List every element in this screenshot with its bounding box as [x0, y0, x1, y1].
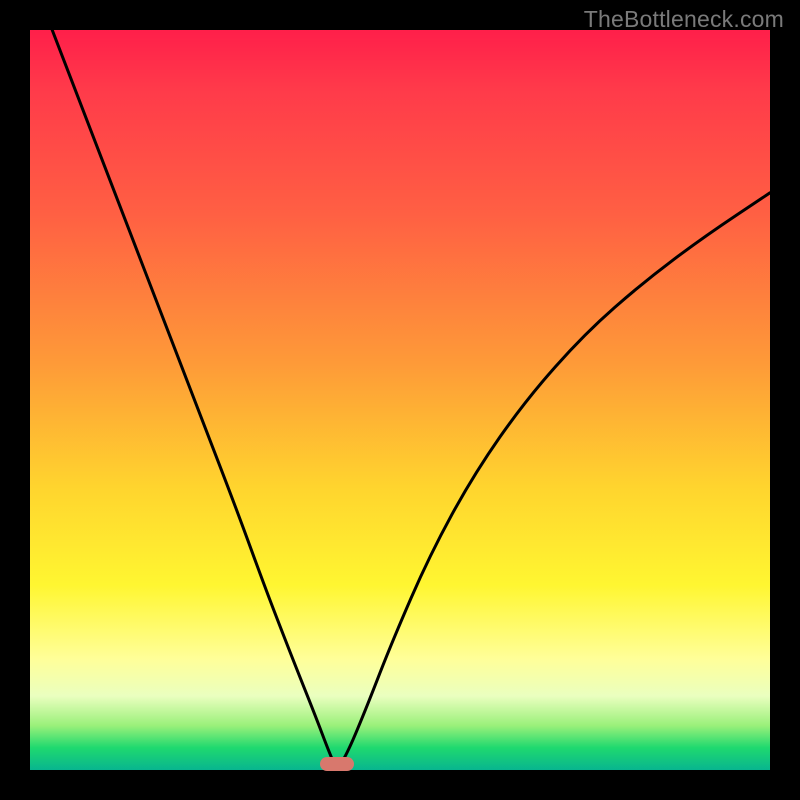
bottleneck-curve — [30, 30, 770, 770]
optimum-marker — [320, 757, 354, 771]
plot-area — [30, 30, 770, 770]
watermark-text: TheBottleneck.com — [584, 6, 784, 33]
chart-frame: TheBottleneck.com — [0, 0, 800, 800]
curve-path — [52, 30, 770, 766]
